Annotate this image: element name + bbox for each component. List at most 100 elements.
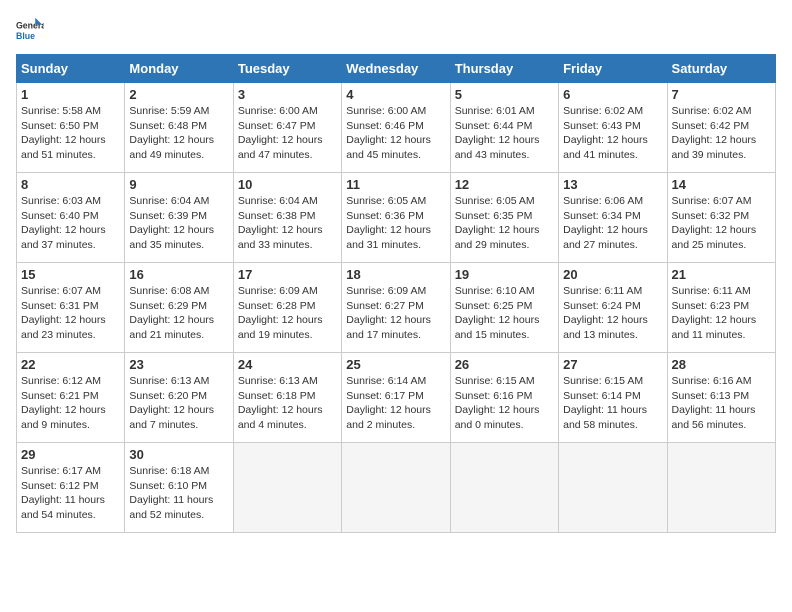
day-number: 3 [238, 87, 337, 102]
day-info: Sunrise: 6:06 AMSunset: 6:34 PMDaylight:… [563, 194, 662, 253]
calendar-cell: 8 Sunrise: 6:03 AMSunset: 6:40 PMDaylight… [17, 173, 125, 263]
day-number: 23 [129, 357, 228, 372]
calendar-cell: 24 Sunrise: 6:13 AMSunset: 6:18 PMDayligh… [233, 353, 341, 443]
calendar-cell [559, 443, 667, 533]
calendar-cell [342, 443, 450, 533]
day-info: Sunrise: 6:00 AMSunset: 6:46 PMDaylight:… [346, 104, 445, 163]
day-info: Sunrise: 6:09 AMSunset: 6:27 PMDaylight:… [346, 284, 445, 343]
day-info: Sunrise: 6:17 AMSunset: 6:12 PMDaylight:… [21, 464, 120, 523]
calendar-cell: 3 Sunrise: 6:00 AMSunset: 6:47 PMDaylight… [233, 83, 341, 173]
calendar-cell: 29 Sunrise: 6:17 AMSunset: 6:12 PMDayligh… [17, 443, 125, 533]
day-number: 18 [346, 267, 445, 282]
day-number: 27 [563, 357, 662, 372]
day-info: Sunrise: 6:07 AMSunset: 6:31 PMDaylight:… [21, 284, 120, 343]
calendar-week-4: 22 Sunrise: 6:12 AMSunset: 6:21 PMDayligh… [17, 353, 776, 443]
day-number: 24 [238, 357, 337, 372]
day-info: Sunrise: 6:14 AMSunset: 6:17 PMDaylight:… [346, 374, 445, 433]
calendar-cell: 23 Sunrise: 6:13 AMSunset: 6:20 PMDayligh… [125, 353, 233, 443]
calendar-cell: 17 Sunrise: 6:09 AMSunset: 6:28 PMDayligh… [233, 263, 341, 353]
day-info: Sunrise: 6:10 AMSunset: 6:25 PMDaylight:… [455, 284, 554, 343]
day-info: Sunrise: 6:11 AMSunset: 6:23 PMDaylight:… [672, 284, 771, 343]
day-number: 12 [455, 177, 554, 192]
day-number: 11 [346, 177, 445, 192]
calendar-table: Sunday Monday Tuesday Wednesday Thursday… [16, 54, 776, 533]
day-number: 14 [672, 177, 771, 192]
calendar-cell: 28 Sunrise: 6:16 AMSunset: 6:13 PMDayligh… [667, 353, 775, 443]
calendar-cell: 4Sunrise: 6:00 AMSunset: 6:46 PMDaylight… [342, 83, 450, 173]
day-info: Sunrise: 6:15 AMSunset: 6:16 PMDaylight:… [455, 374, 554, 433]
calendar-cell [233, 443, 341, 533]
day-info: Sunrise: 6:03 AMSunset: 6:40 PMDaylight:… [21, 194, 120, 253]
day-info: Sunrise: 6:15 AMSunset: 6:14 PMDaylight:… [563, 374, 662, 433]
day-number: 10 [238, 177, 337, 192]
calendar-cell: 5 Sunrise: 6:01 AMSunset: 6:44 PMDaylight… [450, 83, 558, 173]
calendar-cell: 16Sunrise: 6:08 AMSunset: 6:29 PMDayligh… [125, 263, 233, 353]
col-thursday: Thursday [450, 55, 558, 83]
calendar-cell: 1Sunrise: 5:58 AMSunset: 6:50 PMDaylight… [17, 83, 125, 173]
day-info: Sunrise: 6:05 AMSunset: 6:35 PMDaylight:… [455, 194, 554, 253]
calendar-cell [450, 443, 558, 533]
logo: General Blue [16, 16, 48, 44]
day-info: Sunrise: 6:11 AMSunset: 6:24 PMDaylight:… [563, 284, 662, 343]
day-number: 7 [672, 87, 771, 102]
logo-icon: General Blue [16, 16, 44, 44]
calendar-cell: 27 Sunrise: 6:15 AMSunset: 6:14 PMDayligh… [559, 353, 667, 443]
calendar-cell: 30Sunrise: 6:18 AMSunset: 6:10 PMDayligh… [125, 443, 233, 533]
calendar-cell: 13 Sunrise: 6:06 AMSunset: 6:34 PMDayligh… [559, 173, 667, 263]
day-number: 8 [21, 177, 120, 192]
day-number: 17 [238, 267, 337, 282]
col-wednesday: Wednesday [342, 55, 450, 83]
day-info: Sunrise: 6:16 AMSunset: 6:13 PMDaylight:… [672, 374, 771, 433]
day-number: 19 [455, 267, 554, 282]
calendar-cell: 20 Sunrise: 6:11 AMSunset: 6:24 PMDayligh… [559, 263, 667, 353]
svg-text:Blue: Blue [16, 31, 35, 41]
calendar-cell: 15 Sunrise: 6:07 AMSunset: 6:31 PMDayligh… [17, 263, 125, 353]
day-number: 6 [563, 87, 662, 102]
day-number: 26 [455, 357, 554, 372]
svg-text:General: General [16, 20, 44, 30]
day-number: 5 [455, 87, 554, 102]
col-friday: Friday [559, 55, 667, 83]
calendar-cell: 14Sunrise: 6:07 AMSunset: 6:32 PMDayligh… [667, 173, 775, 263]
day-info: Sunrise: 6:09 AMSunset: 6:28 PMDaylight:… [238, 284, 337, 343]
calendar-cell: 11Sunrise: 6:05 AMSunset: 6:36 PMDayligh… [342, 173, 450, 263]
calendar-cell: 10 Sunrise: 6:04 AMSunset: 6:38 PMDayligh… [233, 173, 341, 263]
day-info: Sunrise: 6:08 AMSunset: 6:29 PMDaylight:… [129, 284, 228, 343]
day-info: Sunrise: 6:13 AMSunset: 6:20 PMDaylight:… [129, 374, 228, 433]
day-info: Sunrise: 6:04 AMSunset: 6:38 PMDaylight:… [238, 194, 337, 253]
day-info: Sunrise: 6:13 AMSunset: 6:18 PMDaylight:… [238, 374, 337, 433]
day-number: 28 [672, 357, 771, 372]
calendar-cell [667, 443, 775, 533]
day-number: 9 [129, 177, 228, 192]
day-number: 30 [129, 447, 228, 462]
day-number: 29 [21, 447, 120, 462]
day-number: 20 [563, 267, 662, 282]
day-number: 22 [21, 357, 120, 372]
day-number: 15 [21, 267, 120, 282]
calendar-cell: 22 Sunrise: 6:12 AMSunset: 6:21 PMDayligh… [17, 353, 125, 443]
col-monday: Monday [125, 55, 233, 83]
calendar-cell: 21 Sunrise: 6:11 AMSunset: 6:23 PMDayligh… [667, 263, 775, 353]
day-info: Sunrise: 6:04 AMSunset: 6:39 PMDaylight:… [129, 194, 228, 253]
calendar-cell: 9 Sunrise: 6:04 AMSunset: 6:39 PMDaylight… [125, 173, 233, 263]
calendar-cell: 7 Sunrise: 6:02 AMSunset: 6:42 PMDaylight… [667, 83, 775, 173]
calendar-week-2: 8 Sunrise: 6:03 AMSunset: 6:40 PMDaylight… [17, 173, 776, 263]
day-number: 2 [129, 87, 228, 102]
calendar-cell: 12 Sunrise: 6:05 AMSunset: 6:35 PMDayligh… [450, 173, 558, 263]
day-info: Sunrise: 6:02 AMSunset: 6:43 PMDaylight:… [563, 104, 662, 163]
day-number: 13 [563, 177, 662, 192]
day-info: Sunrise: 6:12 AMSunset: 6:21 PMDaylight:… [21, 374, 120, 433]
calendar-cell: 6 Sunrise: 6:02 AMSunset: 6:43 PMDaylight… [559, 83, 667, 173]
calendar-cell: 19 Sunrise: 6:10 AMSunset: 6:25 PMDayligh… [450, 263, 558, 353]
day-number: 21 [672, 267, 771, 282]
calendar-cell: 2Sunrise: 5:59 AMSunset: 6:48 PMDaylight… [125, 83, 233, 173]
day-number: 25 [346, 357, 445, 372]
header: General Blue [16, 16, 776, 44]
day-info: Sunrise: 6:00 AMSunset: 6:47 PMDaylight:… [238, 104, 337, 163]
calendar-cell: 26 Sunrise: 6:15 AMSunset: 6:16 PMDayligh… [450, 353, 558, 443]
day-info: Sunrise: 5:58 AMSunset: 6:50 PMDaylight:… [21, 104, 120, 163]
calendar-week-3: 15 Sunrise: 6:07 AMSunset: 6:31 PMDayligh… [17, 263, 776, 353]
day-info: Sunrise: 6:01 AMSunset: 6:44 PMDaylight:… [455, 104, 554, 163]
calendar-cell: 18 Sunrise: 6:09 AMSunset: 6:27 PMDayligh… [342, 263, 450, 353]
day-info: Sunrise: 6:02 AMSunset: 6:42 PMDaylight:… [672, 104, 771, 163]
